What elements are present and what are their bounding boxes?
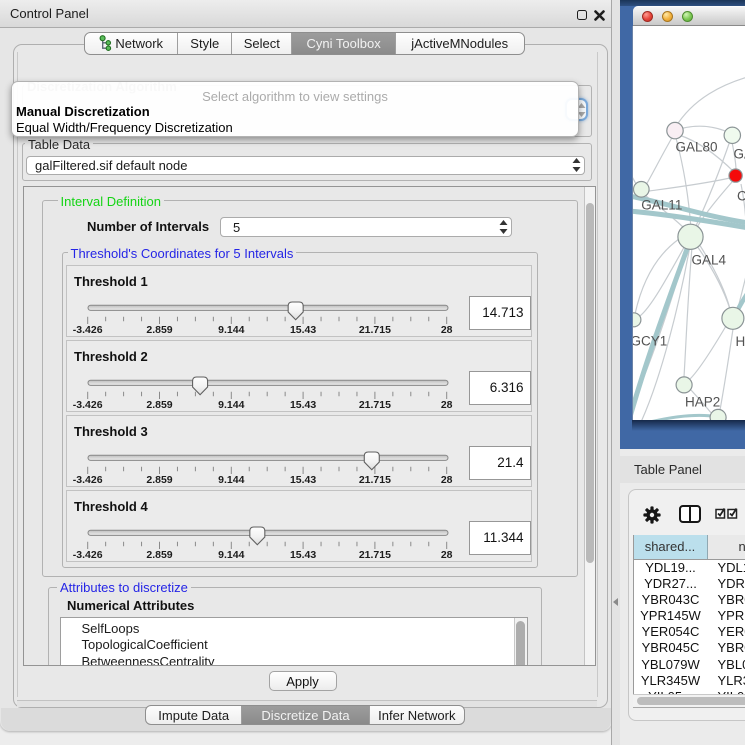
svg-text:GAL80: GAL80 <box>676 140 718 155</box>
svg-text:CDC2: CDC2 <box>737 189 745 204</box>
svg-text:GAL11: GAL11 <box>641 198 682 213</box>
svg-text:HIS4: HIS4 <box>736 334 745 349</box>
svg-text:HAP2: HAP2 <box>685 395 720 410</box>
svg-text:GAL3: GAL3 <box>734 147 745 162</box>
svg-text:GCY1: GCY1 <box>633 334 667 349</box>
svg-text:GAL4: GAL4 <box>692 253 727 268</box>
